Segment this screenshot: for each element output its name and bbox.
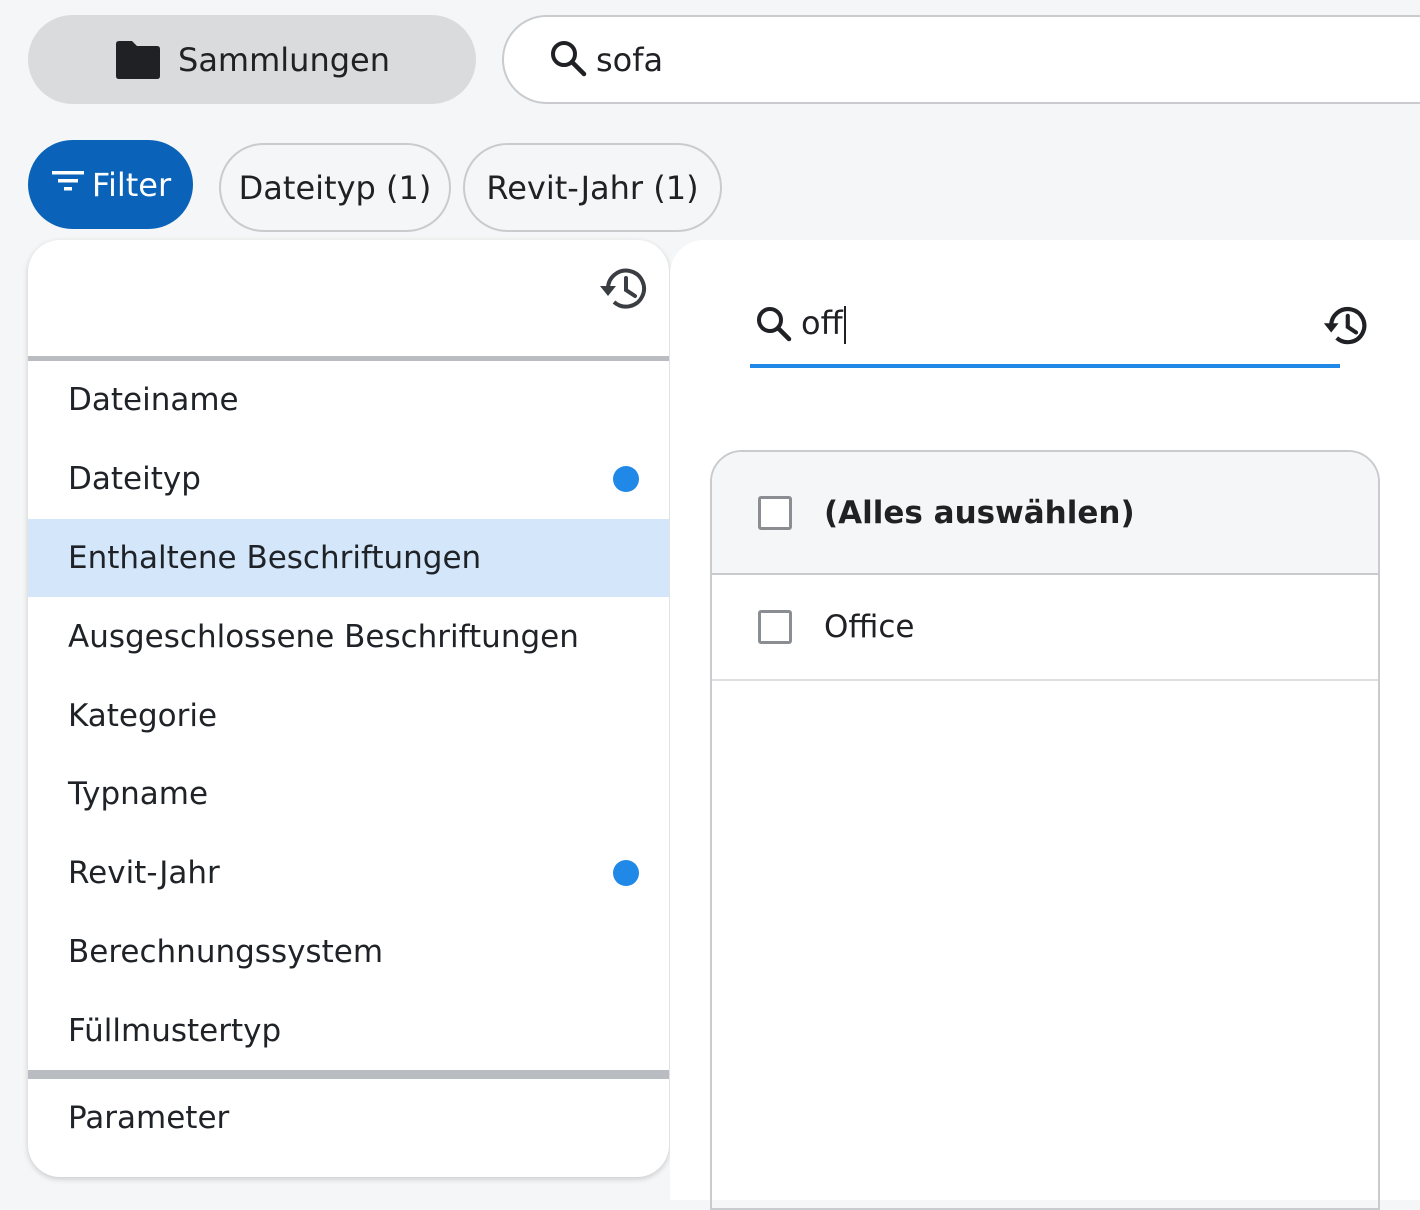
text-caret (843, 306, 846, 344)
select-all-row[interactable]: (Alles auswählen) (712, 452, 1378, 575)
list-item[interactable]: Office (712, 575, 1378, 681)
chip-label: Revit-Jahr (1) (486, 168, 699, 207)
active-filter-dot (613, 466, 639, 493)
category-enthaltene-beschriftungen[interactable]: Enthaltene Beschriftungen (28, 518, 669, 598)
filter-lines-icon (50, 166, 86, 204)
category-dateiname[interactable]: Dateiname (28, 361, 669, 440)
option-label: Office (824, 609, 915, 645)
value-search-text: off (801, 304, 843, 342)
category-fuellmustertyp[interactable]: Füllmustertyp (28, 991, 669, 1070)
category-ausgeschlossene-beschriftungen[interactable]: Ausgeschlossene Beschriftungen (28, 597, 669, 676)
select-all-checkbox[interactable] (758, 495, 792, 530)
search-icon (754, 304, 794, 348)
category-revit-jahr[interactable]: Revit-Jahr (28, 834, 669, 913)
filter-button[interactable]: Filter (28, 140, 193, 229)
option-checkbox[interactable] (758, 610, 792, 644)
category-label: Berechnungssystem (68, 933, 384, 970)
category-label: Enthaltene Beschriftungen (68, 539, 482, 576)
category-label: Ausgeschlossene Beschriftungen (68, 618, 579, 655)
active-filter-dot (613, 860, 639, 887)
category-dateityp[interactable]: Dateityp (28, 440, 669, 519)
history-icon[interactable] (596, 264, 650, 318)
category-label: Füllmustertyp (68, 1012, 282, 1049)
chip-label: Dateityp (1) (238, 168, 432, 207)
category-parameter[interactable]: Parameter (28, 1079, 669, 1157)
main-search-field[interactable]: sofa (502, 15, 1420, 104)
category-typname[interactable]: Typname (28, 755, 669, 834)
section-divider (28, 1070, 669, 1079)
panel-header (28, 240, 669, 361)
filter-value-panel: off (Alles auswählen) Office (670, 240, 1420, 1210)
value-list: (Alles auswählen) Office (710, 450, 1380, 1210)
category-label: Revit-Jahr (68, 855, 220, 892)
folder-icon (114, 40, 162, 80)
category-label: Dateityp (68, 461, 201, 498)
search-underline (750, 364, 1340, 368)
category-kategorie[interactable]: Kategorie (28, 676, 669, 755)
value-search-field[interactable]: off (750, 298, 1340, 368)
category-label: Typname (68, 776, 209, 813)
category-list: Dateiname Dateityp Enthaltene Beschriftu… (28, 361, 669, 1070)
select-all-label: (Alles auswählen) (824, 494, 1135, 531)
category-berechnungssystem[interactable]: Berechnungssystem (28, 913, 669, 992)
main-search-input[interactable]: sofa (596, 41, 663, 79)
search-icon (548, 38, 588, 82)
chip-dateityp[interactable]: Dateityp (1) (219, 143, 451, 232)
collections-label: Sammlungen (178, 40, 390, 79)
filter-category-panel: Dateiname Dateityp Enthaltene Beschriftu… (28, 240, 669, 1177)
history-icon[interactable] (1320, 303, 1370, 353)
collections-button[interactable]: Sammlungen (28, 15, 476, 104)
category-label: Kategorie (68, 697, 218, 734)
category-label: Parameter (68, 1100, 230, 1136)
filter-label: Filter (91, 165, 172, 204)
chip-revit-jahr[interactable]: Revit-Jahr (1) (463, 143, 722, 232)
category-label: Dateiname (68, 382, 239, 419)
value-search-input[interactable]: off (801, 304, 846, 344)
